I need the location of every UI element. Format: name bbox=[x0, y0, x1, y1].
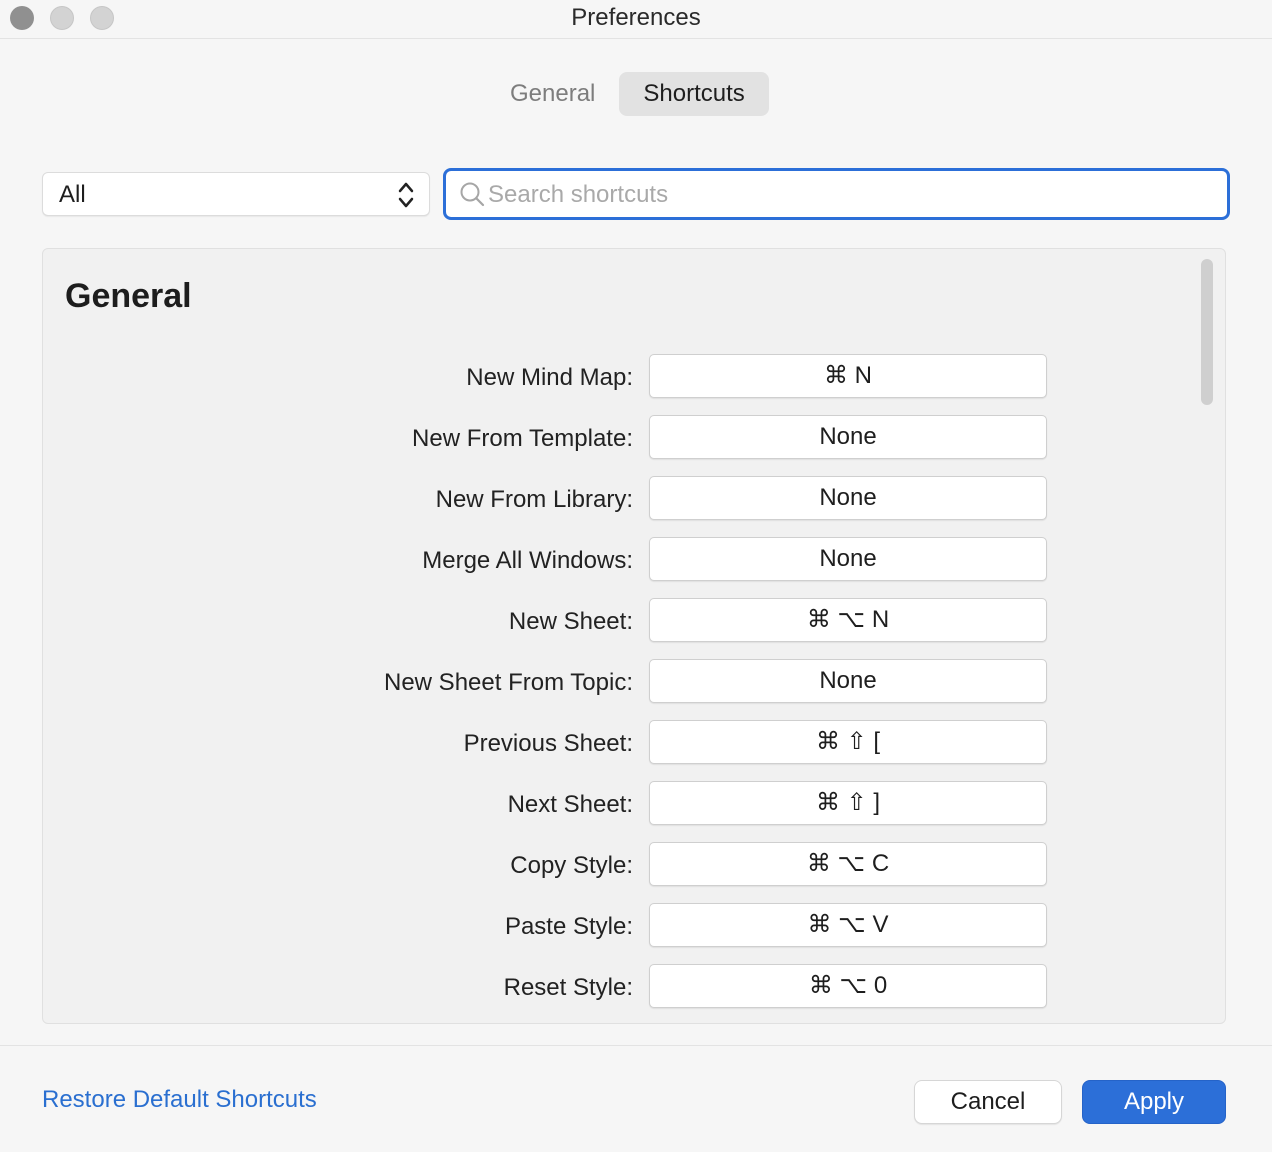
footer-divider bbox=[0, 1045, 1272, 1046]
shortcut-label: Paste Style: bbox=[504, 913, 633, 940]
shortcut-label: Copy Style: bbox=[510, 852, 633, 879]
vertical-scrollbar[interactable] bbox=[1201, 259, 1213, 405]
tab-bar: General Shortcuts bbox=[486, 72, 769, 116]
cancel-button[interactable]: Cancel bbox=[914, 1080, 1062, 1124]
shortcut-recorder[interactable]: ⌘ ⌥ V bbox=[649, 903, 1047, 947]
shortcut-recorder[interactable]: ⌘ ⌥ 0 bbox=[649, 964, 1047, 1008]
tab-shortcuts[interactable]: Shortcuts bbox=[619, 72, 769, 116]
title-bar: Preferences bbox=[0, 0, 1272, 39]
shortcut-row: New Sheet From Topic: None bbox=[43, 659, 1053, 703]
shortcut-recorder[interactable]: ⌘ ⌥ C bbox=[649, 842, 1047, 886]
chevron-up-down-icon bbox=[398, 182, 414, 208]
shortcut-recorder[interactable]: ⌘ ⇧ ] bbox=[649, 781, 1047, 825]
shortcut-row: Copy Style: ⌘ ⌥ C bbox=[43, 842, 1053, 886]
category-select-value: All bbox=[59, 181, 86, 208]
section-title: General bbox=[65, 277, 192, 315]
shortcut-row: Next Sheet: ⌘ ⇧ ] bbox=[43, 781, 1053, 825]
shortcut-label: New From Template: bbox=[412, 425, 633, 452]
shortcut-label: Previous Sheet: bbox=[463, 730, 633, 757]
window-title: Preferences bbox=[571, 4, 701, 31]
shortcut-recorder[interactable]: ⌘ N bbox=[649, 354, 1047, 398]
shortcuts-list-panel[interactable]: General New Mind Map: ⌘ N New From Templ… bbox=[42, 248, 1226, 1024]
shortcut-label: Next Sheet: bbox=[507, 791, 633, 818]
shortcut-recorder[interactable]: None bbox=[649, 415, 1047, 459]
shortcut-recorder[interactable]: ⌘ ⇧ [ bbox=[649, 720, 1047, 764]
shortcut-label: New Sheet: bbox=[508, 608, 633, 635]
shortcut-label: Merge All Windows: bbox=[422, 547, 633, 574]
shortcut-label: New From Library: bbox=[435, 486, 633, 513]
shortcut-recorder[interactable]: None bbox=[649, 537, 1047, 581]
apply-button[interactable]: Apply bbox=[1082, 1080, 1226, 1124]
shortcut-row: New Sheet: ⌘ ⌥ N bbox=[43, 598, 1053, 642]
shortcut-recorder[interactable]: None bbox=[649, 659, 1047, 703]
shortcut-label: New Sheet From Topic: bbox=[384, 669, 633, 696]
shortcut-label: Reset Style: bbox=[503, 974, 633, 1001]
search-icon bbox=[460, 182, 485, 207]
shortcut-row: New From Library: None bbox=[43, 476, 1053, 520]
shortcut-row: New Mind Map: ⌘ N bbox=[43, 354, 1053, 398]
search-input[interactable] bbox=[486, 176, 1210, 214]
shortcut-row: Previous Sheet: ⌘ ⇧ [ bbox=[43, 720, 1053, 764]
shortcut-label: New Mind Map: bbox=[466, 364, 633, 391]
restore-defaults-link[interactable]: Restore Default Shortcuts bbox=[42, 1086, 317, 1114]
tab-general[interactable]: General bbox=[486, 72, 619, 116]
shortcut-row: Merge All Windows: None bbox=[43, 537, 1053, 581]
shortcut-recorder[interactable]: None bbox=[649, 476, 1047, 520]
category-select[interactable]: All bbox=[42, 172, 430, 216]
shortcut-recorder[interactable]: ⌘ ⌥ N bbox=[649, 598, 1047, 642]
search-field[interactable] bbox=[443, 168, 1230, 220]
shortcut-row: Reset Style: ⌘ ⌥ 0 bbox=[43, 964, 1053, 1008]
shortcut-row: Paste Style: ⌘ ⌥ V bbox=[43, 903, 1053, 947]
shortcut-row: New From Template: None bbox=[43, 415, 1053, 459]
